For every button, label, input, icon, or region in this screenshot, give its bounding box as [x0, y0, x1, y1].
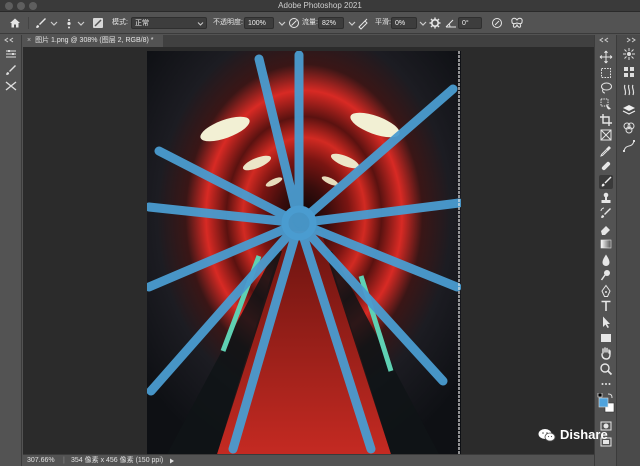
- document-tab-bar: × 图片 1.png @ 308% (图层 2, RGB/8) *: [23, 35, 594, 47]
- canvas-area[interactable]: [23, 47, 594, 454]
- flow-label: 流量:: [302, 19, 318, 26]
- wechat-logo-icon: [538, 429, 556, 442]
- smoothing-field[interactable]: 0%: [391, 17, 417, 29]
- blur-tool-icon[interactable]: [599, 253, 613, 267]
- app-title: Adobe Photoshop 2021: [278, 1, 362, 10]
- gear-icon[interactable]: [428, 16, 442, 30]
- status-divider: |: [63, 457, 65, 464]
- paths-panel-icon[interactable]: [622, 139, 636, 153]
- title-bar: Adobe Photoshop 2021: [0, 0, 640, 12]
- foreground-color-swatch[interactable]: [598, 397, 609, 408]
- collapse-arrows-icon[interactable]: [622, 37, 636, 43]
- move-tool-icon[interactable]: [599, 50, 613, 64]
- tool-presets-icon[interactable]: [4, 80, 18, 92]
- brush-settings-panel-icon[interactable]: [91, 16, 105, 30]
- opacity-field[interactable]: 100%: [244, 17, 274, 29]
- watermark-text: Dishare: [560, 427, 608, 442]
- brush-preset-icon[interactable]: [34, 16, 48, 30]
- document-canvas[interactable]: [147, 51, 461, 454]
- brushes-panel-icon[interactable]: [4, 64, 18, 76]
- document-tab-label: 图片 1.png @ 308% (图层 2, RGB/8) *: [35, 37, 154, 44]
- flow-field[interactable]: 82%: [318, 17, 344, 29]
- chevron-down-icon: [197, 22, 204, 26]
- smoothing-value: 0%: [395, 20, 406, 27]
- clone-stamp-tool-icon[interactable]: [599, 191, 613, 205]
- zoom-tool-icon[interactable]: [599, 362, 613, 376]
- chevron-down-icon[interactable]: [74, 16, 88, 30]
- marquee-tool-icon[interactable]: [599, 66, 613, 80]
- brush-tool-icon[interactable]: [599, 175, 613, 189]
- options-bar: 模式: 正常 不透明度: 100% 流量: 82% 平滑: 0% 0°: [0, 12, 640, 34]
- chevron-right-icon[interactable]: [169, 458, 176, 464]
- flow-value: 82%: [322, 20, 337, 27]
- document-info: 354 像素 x 456 像素 (150 ppi): [71, 457, 164, 464]
- opacity-label: 不透明度:: [213, 19, 243, 26]
- object-select-tool-icon[interactable]: [599, 97, 613, 111]
- left-panel-column: [0, 35, 22, 466]
- symmetry-butterfly-icon[interactable]: [510, 16, 524, 30]
- adjustments-panel-icon[interactable]: [622, 83, 636, 97]
- chevron-down-icon[interactable]: [47, 16, 61, 30]
- healing-brush-tool-icon[interactable]: [599, 159, 613, 173]
- gradient-tool-icon[interactable]: [599, 237, 613, 251]
- separator: [28, 17, 29, 29]
- mode-select[interactable]: 正常: [131, 17, 207, 29]
- close-tab-icon[interactable]: ×: [27, 37, 31, 44]
- rectangle-tool-icon[interactable]: [599, 331, 613, 345]
- angle-icon: [445, 19, 456, 28]
- zoom-level[interactable]: 307.66%: [27, 455, 55, 466]
- history-brush-tool-icon[interactable]: [599, 206, 613, 220]
- document-tab[interactable]: × 图片 1.png @ 308% (图层 2, RGB/8) *: [23, 35, 163, 47]
- mode-value: 正常: [135, 20, 149, 27]
- angle-field[interactable]: 0°: [458, 17, 482, 29]
- collapse-arrows-icon[interactable]: [599, 37, 613, 43]
- eyedropper-tool-icon[interactable]: [599, 144, 613, 158]
- swatches-panel-icon[interactable]: [622, 65, 636, 79]
- properties-panel-icon[interactable]: [4, 48, 18, 60]
- frame-tool-icon[interactable]: [599, 128, 613, 142]
- opacity-value: 100%: [248, 20, 266, 27]
- eraser-tool-icon[interactable]: [599, 222, 613, 236]
- type-tool-icon[interactable]: [599, 299, 613, 313]
- hand-tool-icon[interactable]: [599, 346, 613, 360]
- crop-tool-icon[interactable]: [599, 113, 613, 127]
- color-swatches[interactable]: [597, 393, 615, 415]
- channels-panel-icon[interactable]: [622, 121, 636, 135]
- pressure-opacity-icon[interactable]: [287, 16, 301, 30]
- lasso-tool-icon[interactable]: [599, 81, 613, 95]
- layers-panel-icon[interactable]: [622, 103, 636, 117]
- mode-label: 模式:: [112, 19, 128, 26]
- dodge-tool-icon[interactable]: [599, 268, 613, 282]
- path-select-tool-icon[interactable]: [599, 315, 613, 329]
- color-panel-icon[interactable]: [622, 47, 636, 61]
- status-bar: 307.66% | 354 像素 x 456 像素 (150 ppi): [23, 454, 594, 466]
- angle-value: 0°: [462, 20, 469, 27]
- more-tools-icon[interactable]: [599, 377, 613, 391]
- pen-tool-icon[interactable]: [599, 284, 613, 298]
- home-icon[interactable]: [8, 16, 22, 30]
- airbrush-icon[interactable]: [356, 16, 370, 30]
- collapse-arrows-icon[interactable]: [4, 37, 18, 43]
- smoothing-label: 平滑:: [375, 19, 391, 26]
- pressure-size-icon[interactable]: [490, 16, 504, 30]
- right-panel-column: [616, 35, 640, 466]
- toolbar: [594, 35, 616, 466]
